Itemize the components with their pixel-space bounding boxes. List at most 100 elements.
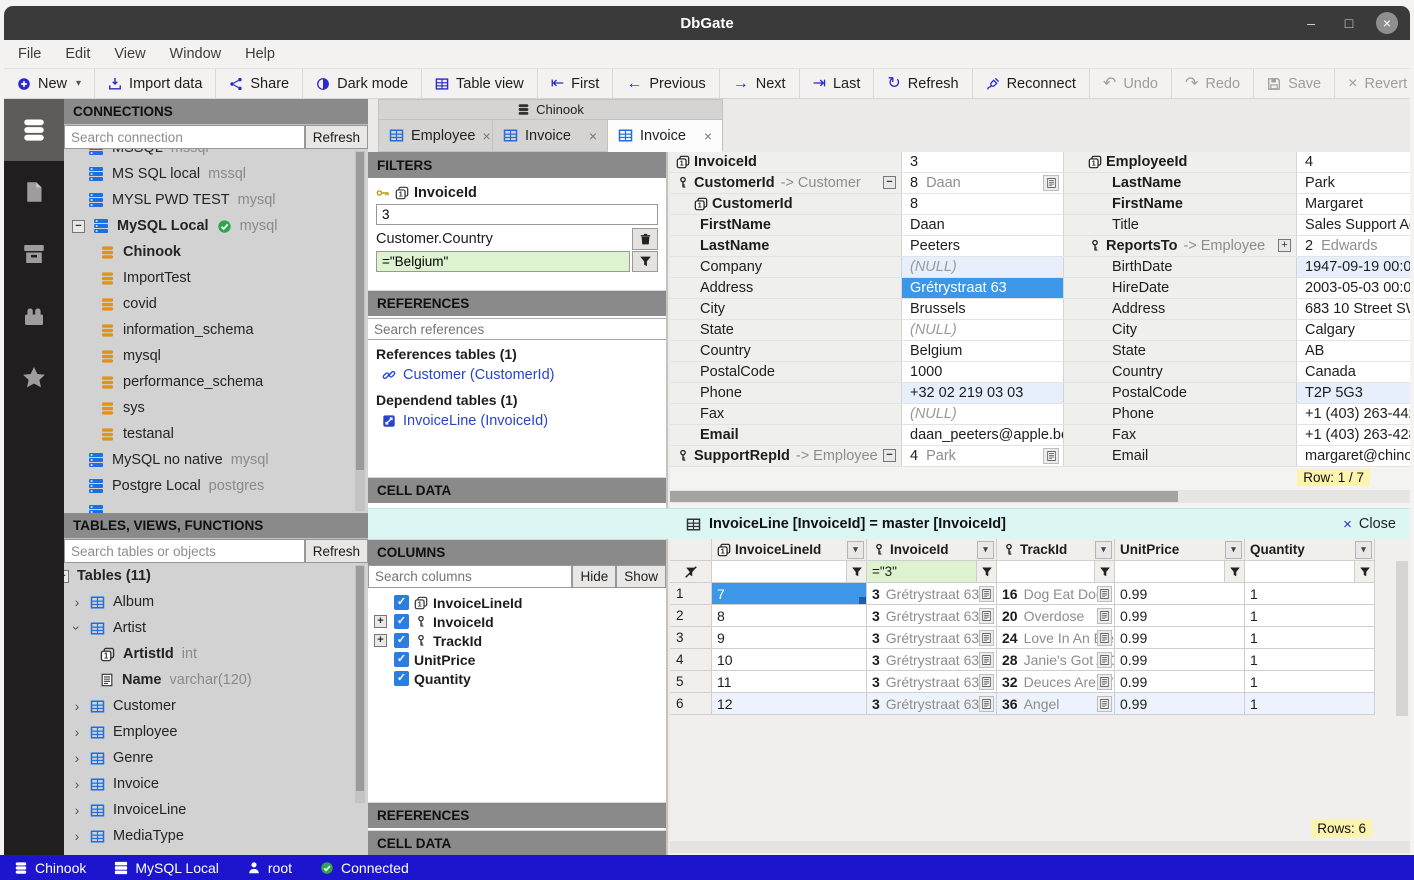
form-label[interactable]: FirstName xyxy=(1064,194,1297,214)
form-value-fk[interactable]: 2Edwards xyxy=(1297,236,1410,256)
cell[interactable]: 0.99 xyxy=(1115,583,1245,605)
form-label[interactable]: PostalCode xyxy=(670,362,902,382)
status-connection[interactable]: MySQL Local xyxy=(114,860,219,876)
chevron-right-icon[interactable]: › xyxy=(72,802,82,818)
table-item-employee[interactable]: ›Employee xyxy=(64,719,368,745)
connections-refresh-button[interactable]: Refresh xyxy=(305,125,368,149)
undo-button[interactable]: ↶Undo xyxy=(1090,69,1172,98)
tables-scrollbar[interactable] xyxy=(355,565,365,803)
form-label[interactable]: InvoiceId xyxy=(670,152,902,172)
connection-item-partial[interactable] xyxy=(64,499,368,513)
chevron-right-icon[interactable]: › xyxy=(72,750,82,766)
cell[interactable]: 12 xyxy=(712,693,867,715)
cell-fk[interactable]: 28Janie's Got A Gun xyxy=(997,649,1115,671)
open-record-button[interactable] xyxy=(1097,674,1112,690)
column-menu-button[interactable]: ▾ xyxy=(847,541,864,559)
database-item[interactable]: mysql xyxy=(64,343,368,369)
open-record-button[interactable] xyxy=(1097,652,1112,668)
open-record-button[interactable] xyxy=(979,652,994,668)
checkbox-checked[interactable]: ✓ xyxy=(394,595,409,610)
form-label[interactable]: BirthDate xyxy=(1064,257,1297,277)
chevron-right-icon[interactable]: › xyxy=(72,698,82,714)
form-label[interactable]: LastName xyxy=(670,236,902,256)
form-value[interactable]: T2P 5G3 xyxy=(1297,383,1410,403)
cell-fk[interactable]: 24Love In An Elevator xyxy=(997,627,1115,649)
column-check-invoicelineid[interactable]: ✓InvoiceLineId xyxy=(368,593,666,612)
database-item[interactable]: information_schema xyxy=(64,317,368,343)
funnel-button[interactable] xyxy=(846,561,866,582)
form-horizontal-scrollbar[interactable] xyxy=(670,490,1410,503)
connection-item[interactable]: MSSQLmssql xyxy=(64,149,368,161)
filter-cell-trackid[interactable] xyxy=(997,561,1115,583)
cell[interactable]: 11 xyxy=(712,671,867,693)
form-value[interactable]: Daan xyxy=(902,215,1064,235)
form-value[interactable]: 8 xyxy=(902,194,1064,214)
form-value[interactable]: Margaret xyxy=(1297,194,1410,214)
checkbox-checked[interactable]: ✓ xyxy=(394,614,409,629)
form-value[interactable]: AB xyxy=(1297,341,1410,361)
col-header-quantity[interactable]: Quantity▾ xyxy=(1245,539,1375,561)
collapse-icon[interactable]: − xyxy=(72,220,85,233)
form-value[interactable]: 4 xyxy=(1297,152,1410,172)
status-connected[interactable]: Connected xyxy=(320,860,409,876)
search-columns-input[interactable] xyxy=(368,565,572,588)
open-record-button[interactable] xyxy=(979,696,994,712)
filter-country-input[interactable] xyxy=(376,251,630,272)
form-label[interactable]: Phone xyxy=(670,383,902,403)
tables-group[interactable]: −Tables (11) xyxy=(64,563,368,589)
filter-cell-invoicelineid[interactable] xyxy=(712,561,867,583)
form-label[interactable]: Email xyxy=(670,425,902,445)
form-label[interactable]: PostalCode xyxy=(1064,383,1297,403)
form-label[interactable]: Phone xyxy=(1064,404,1297,424)
close-icon[interactable]: × xyxy=(704,128,712,144)
search-connection-input[interactable] xyxy=(64,125,305,149)
table-item-mediatype[interactable]: ›MediaType xyxy=(64,823,368,849)
menu-edit[interactable]: Edit xyxy=(65,46,90,62)
reference-link-customer[interactable]: Customer (CustomerId) xyxy=(368,364,666,386)
open-record-button[interactable] xyxy=(1043,175,1059,191)
banner-close-button[interactable]: ×Close xyxy=(1343,509,1396,539)
row-number[interactable]: 6 xyxy=(670,693,712,715)
first-button[interactable]: ⇤First xyxy=(538,69,614,98)
cell[interactable]: 1 xyxy=(1245,583,1375,605)
chevron-right-icon[interactable]: › xyxy=(72,724,82,740)
form-value[interactable]: 1947-09-19 00:00:00 xyxy=(1297,257,1410,277)
chevron-down-icon[interactable]: › xyxy=(69,623,85,633)
remove-filter-button[interactable] xyxy=(632,228,658,250)
last-button[interactable]: ⇥Last xyxy=(800,69,875,98)
column-menu-button[interactable]: ▾ xyxy=(1225,541,1242,559)
cell[interactable]: 0.99 xyxy=(1115,649,1245,671)
expand-icon[interactable]: + xyxy=(374,615,387,628)
form-label[interactable]: HireDate xyxy=(1064,278,1297,298)
redo-button[interactable]: ↷Redo xyxy=(1172,69,1254,98)
row-number[interactable]: 2 xyxy=(670,605,712,627)
tables-refresh-button[interactable]: Refresh xyxy=(305,539,368,563)
cell-fk[interactable]: 3Grétrystraat 63 xyxy=(867,605,997,627)
form-label[interactable]: City xyxy=(1064,320,1297,340)
nav-connections[interactable] xyxy=(4,99,64,161)
form-value[interactable]: Calgary xyxy=(1297,320,1410,340)
open-record-button[interactable] xyxy=(1097,696,1112,712)
open-record-button[interactable] xyxy=(1097,630,1112,646)
menu-file[interactable]: File xyxy=(18,46,41,62)
chevron-right-icon[interactable]: › xyxy=(72,776,82,792)
connection-item[interactable]: MYSL PWD TESTmysql xyxy=(64,187,368,213)
row-number[interactable]: 4 xyxy=(670,649,712,671)
form-value[interactable]: (NULL) xyxy=(902,404,1064,424)
form-value[interactable]: daan_peeters@apple.be xyxy=(902,425,1064,445)
menu-window[interactable]: Window xyxy=(170,46,222,62)
checkbox-checked[interactable]: ✓ xyxy=(394,671,409,686)
connections-scrollbar[interactable] xyxy=(355,151,365,511)
revert-button[interactable]: ×Revert xyxy=(1335,69,1410,98)
form-value[interactable]: 2003-05-03 00:00:00 xyxy=(1297,278,1410,298)
database-item[interactable]: performance_schema xyxy=(64,369,368,395)
col-header-unitprice[interactable]: UnitPrice▾ xyxy=(1115,539,1245,561)
cell-fk[interactable]: 20Overdose xyxy=(997,605,1115,627)
connection-item[interactable]: MySQL no nativemysql xyxy=(64,447,368,473)
collapse-icon[interactable]: − xyxy=(883,449,896,462)
form-label-fk[interactable]: SupportRepId-> Employee− xyxy=(670,446,902,466)
column-menu-button[interactable]: ▾ xyxy=(1355,541,1372,559)
filter-invoiceid-input[interactable] xyxy=(376,204,658,225)
cell-fk[interactable]: 3Grétrystraat 63 xyxy=(867,693,997,715)
cell[interactable]: 0.99 xyxy=(1115,671,1245,693)
